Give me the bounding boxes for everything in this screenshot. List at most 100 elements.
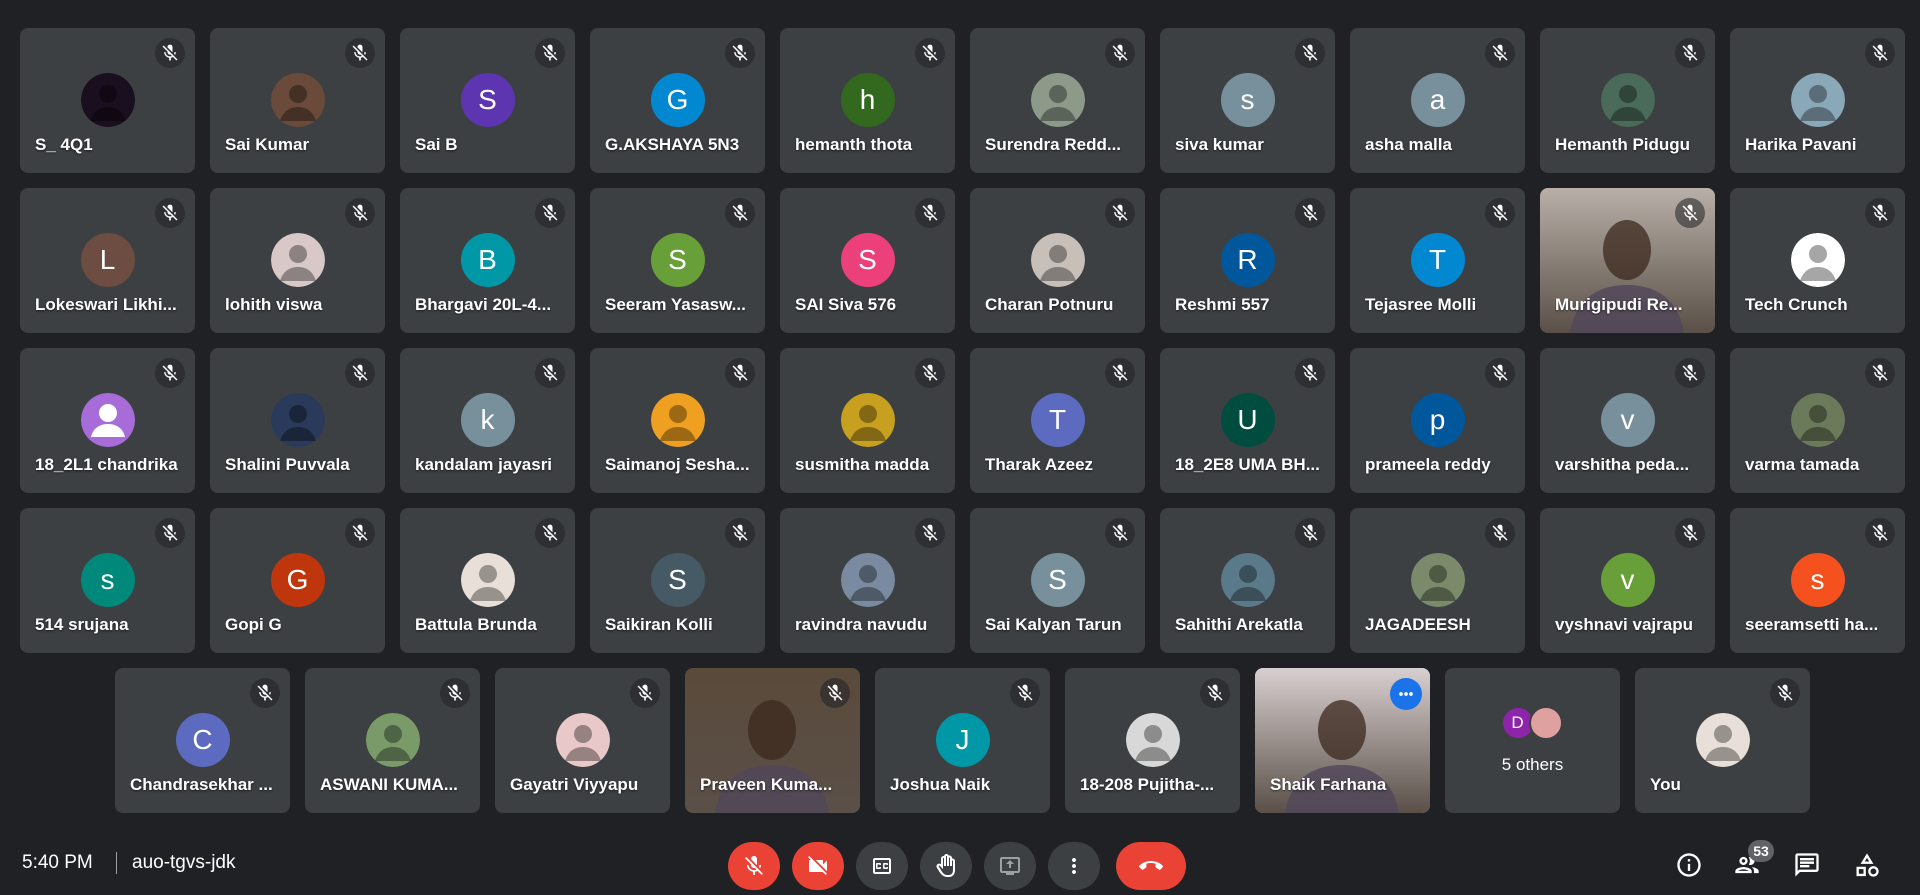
participant-tile-murigipudi-re[interactable]: Murigipudi Re... (1540, 188, 1715, 333)
participant-tile-ravindra-navudu[interactable]: ravindra navudu (780, 508, 955, 653)
participant-tile-gopi-g[interactable]: G Gopi G (210, 508, 385, 653)
participant-tile-vyshnavi-vajrapu[interactable]: v vyshnavi vajrapu (1540, 508, 1715, 653)
participant-tile-18-208-pujitha[interactable]: 18-208 Pujitha-... (1065, 668, 1240, 813)
mic-off-icon (725, 518, 755, 548)
participant-tile-hemanth-thota[interactable]: h hemanth thota (780, 28, 955, 173)
participant-tile-praveen-kuma[interactable]: Praveen Kuma... (685, 668, 860, 813)
participant-tile-joshua-naik[interactable]: J Joshua Naik (875, 668, 1050, 813)
avatar-letter: T (1030, 393, 1085, 447)
activities-button[interactable] (1850, 848, 1884, 882)
participant-tile-gayatri-viyyapu[interactable]: Gayatri Viyyapu (495, 668, 670, 813)
participant-tile-kandalam-jayasri[interactable]: k kandalam jayasri (400, 348, 575, 493)
participant-tile-g-akshaya-5n3[interactable]: G G.AKSHAYA 5N3 (590, 28, 765, 173)
leave-call-button[interactable] (1116, 842, 1186, 890)
participant-tile-sahithi-arekatla[interactable]: Sahithi Arekatla (1160, 508, 1335, 653)
participant-tile-sai-siva-576[interactable]: S SAI Siva 576 (780, 188, 955, 333)
present-screen-icon (998, 854, 1022, 878)
participant-name: ASWANI KUMA... (320, 775, 458, 794)
mic-off-icon (1105, 518, 1135, 548)
participant-tile-shaik-farhana[interactable]: Shaik Farhana (1255, 668, 1430, 813)
more-options-icon[interactable] (1390, 678, 1422, 710)
participant-tile-varma-tamada[interactable]: varma tamada (1730, 348, 1905, 493)
participant-tile-aswani-kuma[interactable]: ASWANI KUMA... (305, 668, 480, 813)
avatar-letter: C (175, 713, 230, 767)
info-icon (1675, 851, 1703, 879)
more-options-button[interactable] (1048, 842, 1100, 890)
participant-name: Praveen Kuma... (700, 775, 833, 794)
avatar-letter: R (1220, 233, 1275, 287)
participant-name: kandalam jayasri (415, 455, 553, 474)
mic-off-icon (1200, 678, 1230, 708)
participant-tile-charan-potnuru[interactable]: Charan Potnuru (970, 188, 1145, 333)
avatar-photo (1125, 713, 1180, 767)
participant-tile-susmitha-madda[interactable]: susmitha madda (780, 348, 955, 493)
participant-tile-you[interactable]: You (1635, 668, 1810, 813)
participant-tile-bhargavi-20l-4[interactable]: B Bhargavi 20L-4... (400, 188, 575, 333)
others-tile[interactable]: D 5 others (1445, 668, 1620, 813)
participant-name: Sai Kalyan Tarun (985, 615, 1122, 634)
closed-caption-icon (870, 854, 894, 878)
participant-name: JAGADEESH (1365, 615, 1471, 634)
participant-tile-18-2e8-uma-bh[interactable]: U 18_2E8 UMA BH... (1160, 348, 1335, 493)
participant-tile-sai-b[interactable]: S Sai B (400, 28, 575, 173)
participant-tile-sai-kumar[interactable]: Sai Kumar (210, 28, 385, 173)
default-person-avatar-icon (80, 393, 135, 447)
participant-tile-prameela-reddy[interactable]: p prameela reddy (1350, 348, 1525, 493)
participant-name: hemanth thota (795, 135, 913, 154)
camera-button[interactable] (792, 842, 844, 890)
avatar-photo (1030, 233, 1085, 287)
participant-name: Harika Pavani (1745, 135, 1857, 154)
participant-tile-sai-kalyan-tarun[interactable]: S Sai Kalyan Tarun (970, 508, 1145, 653)
participant-name: ravindra navudu (795, 615, 928, 634)
captions-button[interactable] (856, 842, 908, 890)
participant-tile-surendra-redd[interactable]: Surendra Redd... (970, 28, 1145, 173)
participant-tile-tech-crunch[interactable]: Tech Crunch (1730, 188, 1905, 333)
participant-tile-reshmi-557[interactable]: R Reshmi 557 (1160, 188, 1335, 333)
participant-tile-hemanth-pidugu[interactable]: Hemanth Pidugu (1540, 28, 1715, 173)
mic-off-icon (630, 678, 660, 708)
mic-off-icon (915, 38, 945, 68)
participant-tile-18-2l1-chandrika[interactable]: 18_2L1 chandrika (20, 348, 195, 493)
mic-off-icon (1865, 38, 1895, 68)
participant-tile-varshitha-peda[interactable]: v varshitha peda... (1540, 348, 1715, 493)
participant-tile-shalini-puvvala[interactable]: Shalini Puvvala (210, 348, 385, 493)
participant-tile-harika-pavani[interactable]: Harika Pavani (1730, 28, 1905, 173)
participant-tile-tejasree-molli[interactable]: T Tejasree Molli (1350, 188, 1525, 333)
participant-tile-battula-brunda[interactable]: Battula Brunda (400, 508, 575, 653)
mic-off-icon (1295, 518, 1325, 548)
raise-hand-button[interactable] (920, 842, 972, 890)
participant-tile-seeramsetti-ha[interactable]: s seeramsetti ha... (1730, 508, 1905, 653)
mic-off-icon (1010, 678, 1040, 708)
hand-icon (934, 854, 958, 878)
avatar-photo (270, 73, 325, 127)
participant-name: Gopi G (225, 615, 282, 634)
mic-off-icon (1295, 358, 1325, 388)
present-button[interactable] (984, 842, 1036, 890)
meeting-details-button[interactable] (1672, 848, 1706, 882)
participant-tile-asha-malla[interactable]: a asha malla (1350, 28, 1525, 173)
participant-name: Bhargavi 20L-4... (415, 295, 552, 314)
participant-tile-lohith-viswa[interactable]: lohith viswa (210, 188, 385, 333)
avatar-letter: S (1030, 553, 1085, 607)
participant-tile-saikiran-kolli[interactable]: S Saikiran Kolli (590, 508, 765, 653)
participant-tile-chandrasekhar[interactable]: C Chandrasekhar ... (115, 668, 290, 813)
avatar-letter: J (935, 713, 990, 767)
participant-tile-s-4q1[interactable]: S_ 4Q1 (20, 28, 195, 173)
meeting-code[interactable]: auo-tgvs-jdk (132, 852, 236, 874)
avatar-letter: L (80, 233, 135, 287)
participant-tile-siva-kumar[interactable]: s siva kumar (1160, 28, 1335, 173)
avatar-letter: s (80, 553, 135, 607)
participant-tile-jagadeesh[interactable]: JAGADEESH (1350, 508, 1525, 653)
avatar-photo (1790, 73, 1845, 127)
mic-off-icon (155, 518, 185, 548)
participant-tile-seeram-yasasw[interactable]: S Seeram Yasasw... (590, 188, 765, 333)
chat-button[interactable] (1790, 848, 1824, 882)
participant-name: Saimanoj Sesha... (605, 455, 750, 474)
participant-tile-tharak-azeez[interactable]: T Tharak Azeez (970, 348, 1145, 493)
participant-tile-saimanoj-sesha[interactable]: Saimanoj Sesha... (590, 348, 765, 493)
participant-tile-lokeswari-likhi[interactable]: L Lokeswari Likhi... (20, 188, 195, 333)
participant-name: prameela reddy (1365, 455, 1491, 474)
microphone-button[interactable] (728, 842, 780, 890)
avatar-photo (270, 393, 325, 447)
participant-tile-514-srujana[interactable]: s 514 srujana (20, 508, 195, 653)
